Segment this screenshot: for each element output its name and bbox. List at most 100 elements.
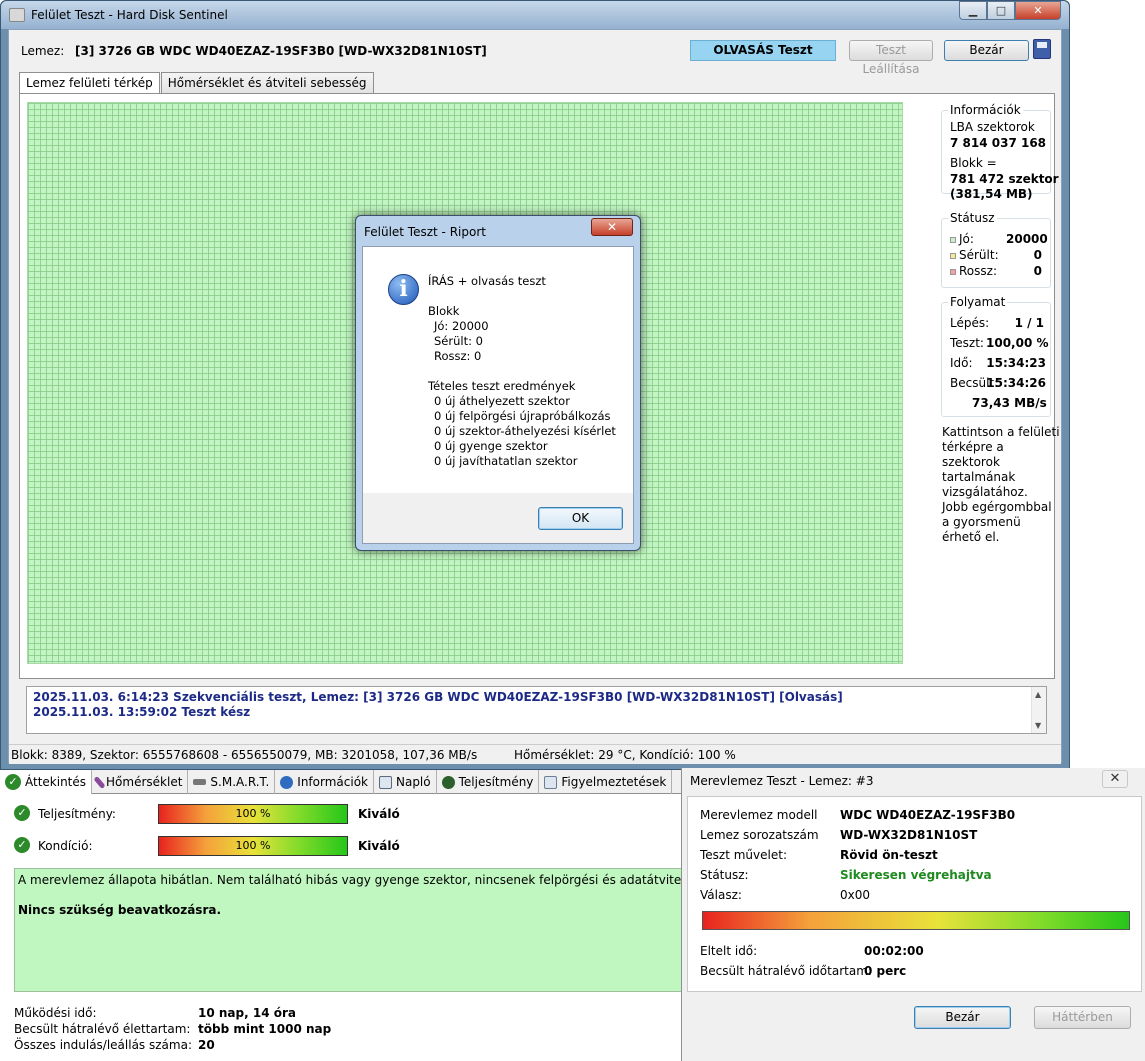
- test-value: 100,00 %: [986, 336, 1049, 350]
- close-button[interactable]: Bezár: [944, 40, 1029, 61]
- read-test-mode-button[interactable]: OLVASÁS Teszt: [690, 40, 836, 61]
- model-label: Merevlemez modell: [700, 808, 818, 822]
- report-close-button[interactable]: ✕: [591, 218, 633, 236]
- test-status-value: Sikeresen végrehajtva: [840, 868, 992, 882]
- block-size: (381,54 MB): [950, 187, 1033, 201]
- overview-tabs: ✓ Áttekintés Hőmérséklet S.M.A.R.T. Infor…: [0, 770, 686, 794]
- performance-rating: Kiváló: [358, 807, 400, 821]
- report-blocks-title: Blokk: [428, 304, 460, 318]
- remaining-value: 0 perc: [864, 964, 907, 978]
- info-group-title: Információk: [948, 103, 1023, 117]
- background-button[interactable]: Háttérben: [1034, 1006, 1131, 1029]
- log-box[interactable]: 2025.11.03. 6:14:23 Szekvenciális teszt,…: [26, 686, 1047, 734]
- tab-performance[interactable]: Teljesítmény: [437, 770, 540, 794]
- lba-label: LBA szektorok: [950, 120, 1035, 134]
- status-temperature: Hőmérséklet: 29 °C, Kondíció: 100 %: [514, 748, 736, 762]
- title-bar[interactable]: Felület Teszt - Hard Disk Sentinel ▁ □ ✕: [1, 1, 1069, 29]
- starts-value: 20: [198, 1038, 215, 1052]
- window-title: Felület Teszt - Hard Disk Sentinel: [31, 8, 228, 22]
- report-result-1: 0 új áthelyezett szektor: [434, 394, 570, 408]
- save-icon[interactable]: [1033, 39, 1051, 59]
- tab-smart-label: S.M.A.R.T.: [210, 775, 270, 789]
- hdd-test-title: Merevlemez Teszt - Lemez: #3: [690, 774, 874, 788]
- report-result-5: 0 új javíthatatlan szektor: [434, 454, 578, 468]
- time-label: Idő:: [950, 356, 973, 370]
- lifetime-value: több mint 1000 nap: [198, 1022, 332, 1036]
- minimize-button[interactable]: ▁: [959, 1, 987, 20]
- estimated-value: 15:34:26: [986, 376, 1046, 390]
- bad-value: 0: [1033, 264, 1042, 278]
- damaged-swatch: [950, 252, 956, 259]
- starts-label: Összes indulás/leállás száma:: [14, 1038, 192, 1052]
- good-swatch: [950, 236, 956, 243]
- response-value: 0x00: [840, 888, 871, 902]
- report-result-4: 0 új gyenge szektor: [434, 439, 548, 453]
- status-group: Státusz Jó: 20000 Sérült: 0 Rossz: 0: [941, 211, 1051, 288]
- performance-check-icon: ✓: [14, 805, 30, 821]
- info-icon: i: [388, 274, 419, 305]
- remaining-label: Becsült hátralévő időtartam:: [700, 964, 872, 978]
- operation-value: Rövid ön-teszt: [840, 848, 938, 862]
- tab-alerts[interactable]: Figyelmeztetések: [539, 770, 673, 794]
- tab-log[interactable]: Napló: [374, 770, 437, 794]
- report-content: i ÍRÁS + olvasás teszt Blokk Jó: 20000 S…: [363, 247, 633, 493]
- condition-rating: Kiváló: [358, 839, 400, 853]
- tab-information[interactable]: Információk: [275, 770, 374, 794]
- step-label: Lépés:: [950, 316, 990, 330]
- good-label: Jó:: [959, 232, 974, 246]
- log-scrollbar[interactable]: ▲ ▼: [1031, 687, 1046, 733]
- tab-surface-map[interactable]: Lemez felületi térkép: [19, 72, 160, 94]
- close-window-button[interactable]: ✕: [1015, 1, 1061, 20]
- gauge-icon: [441, 775, 455, 789]
- tab-log-label: Napló: [395, 775, 431, 789]
- report-damaged: Sérült: 0: [434, 334, 483, 348]
- log-icon: [378, 775, 392, 789]
- lifetime-label: Becsült hátralévő élettartam:: [14, 1022, 191, 1036]
- tab-temperature[interactable]: Hőmérséklet: [92, 770, 189, 794]
- maximize-button[interactable]: □: [987, 1, 1015, 20]
- status-block-info: Blokk: 8389, Szektor: 6555768608 - 65565…: [11, 748, 478, 762]
- scroll-down-icon[interactable]: ▼: [1035, 721, 1041, 730]
- tab-alerts-label: Figyelmeztetések: [561, 775, 667, 789]
- ok-button[interactable]: OK: [538, 507, 623, 530]
- hdd-test-body: Merevlemez modell WDC WD40EZAZ-19SF3B0 L…: [687, 796, 1142, 992]
- thermometer-icon: [93, 775, 106, 789]
- info-tab-icon: [280, 775, 294, 789]
- tab-smart[interactable]: S.M.A.R.T.: [188, 770, 276, 794]
- serial-label: Lemez sorozatszám: [700, 828, 819, 842]
- response-label: Válasz:: [700, 888, 742, 902]
- condition-check-icon: ✓: [14, 837, 30, 853]
- app-icon: [9, 8, 25, 22]
- tab-information-label: Információk: [297, 775, 368, 789]
- help-text-context: Jobb egérgombbal a gyorsmenü érhető el.: [942, 500, 1052, 544]
- speed-value: 73,43 MB/s: [972, 396, 1047, 410]
- log-line-2: 2025.11.03. 13:59:02 Teszt kész: [33, 705, 251, 719]
- performance-label: Teljesítmény:: [38, 807, 116, 821]
- tab-overview[interactable]: ✓ Áttekintés: [0, 770, 93, 794]
- hdd-test-close-icon[interactable]: ✕: [1102, 770, 1128, 788]
- report-heading: ÍRÁS + olvasás teszt: [428, 274, 546, 288]
- scroll-up-icon[interactable]: ▲: [1035, 690, 1041, 699]
- report-result-3: 0 új szektor-áthelyezési kísérlet: [434, 424, 616, 438]
- health-action: Nincs szükség beavatkozásra.: [18, 903, 222, 917]
- uptime-label: Működési idő:: [14, 1006, 97, 1020]
- elapsed-label: Eltelt idő:: [700, 944, 758, 958]
- bad-swatch: [950, 268, 956, 275]
- serial-value: WD-WX32D81N10ST: [840, 828, 978, 842]
- report-good: Jó: 20000: [434, 319, 489, 333]
- elapsed-value: 00:02:00: [864, 944, 924, 958]
- performance-bar: 100 %: [158, 804, 348, 824]
- tab-temperature-speed[interactable]: Hőmérséklet és átviteli sebesség: [160, 72, 374, 93]
- damaged-row: Sérült:: [950, 248, 999, 262]
- report-bad: Rossz: 0: [434, 349, 482, 363]
- hdd-close-button[interactable]: Bezár: [914, 1006, 1011, 1029]
- tab-strip: Lemez felületi térkép Hőmérséklet és átv…: [19, 72, 375, 94]
- tab-performance-label: Teljesítmény: [458, 775, 534, 789]
- hdd-test-dialog: Merevlemez Teszt - Lemez: #3 ✕ Merevleme…: [681, 768, 1145, 1061]
- stop-test-button[interactable]: Teszt Leállítása: [849, 40, 933, 76]
- report-body: i ÍRÁS + olvasás teszt Blokk Jó: 20000 S…: [362, 246, 634, 544]
- report-results-title: Tételes teszt eredmények: [428, 379, 576, 393]
- bad-label: Rossz:: [959, 264, 997, 278]
- log-line-1: 2025.11.03. 6:14:23 Szekvenciális teszt,…: [33, 690, 843, 704]
- good-value: 20000: [1006, 232, 1048, 246]
